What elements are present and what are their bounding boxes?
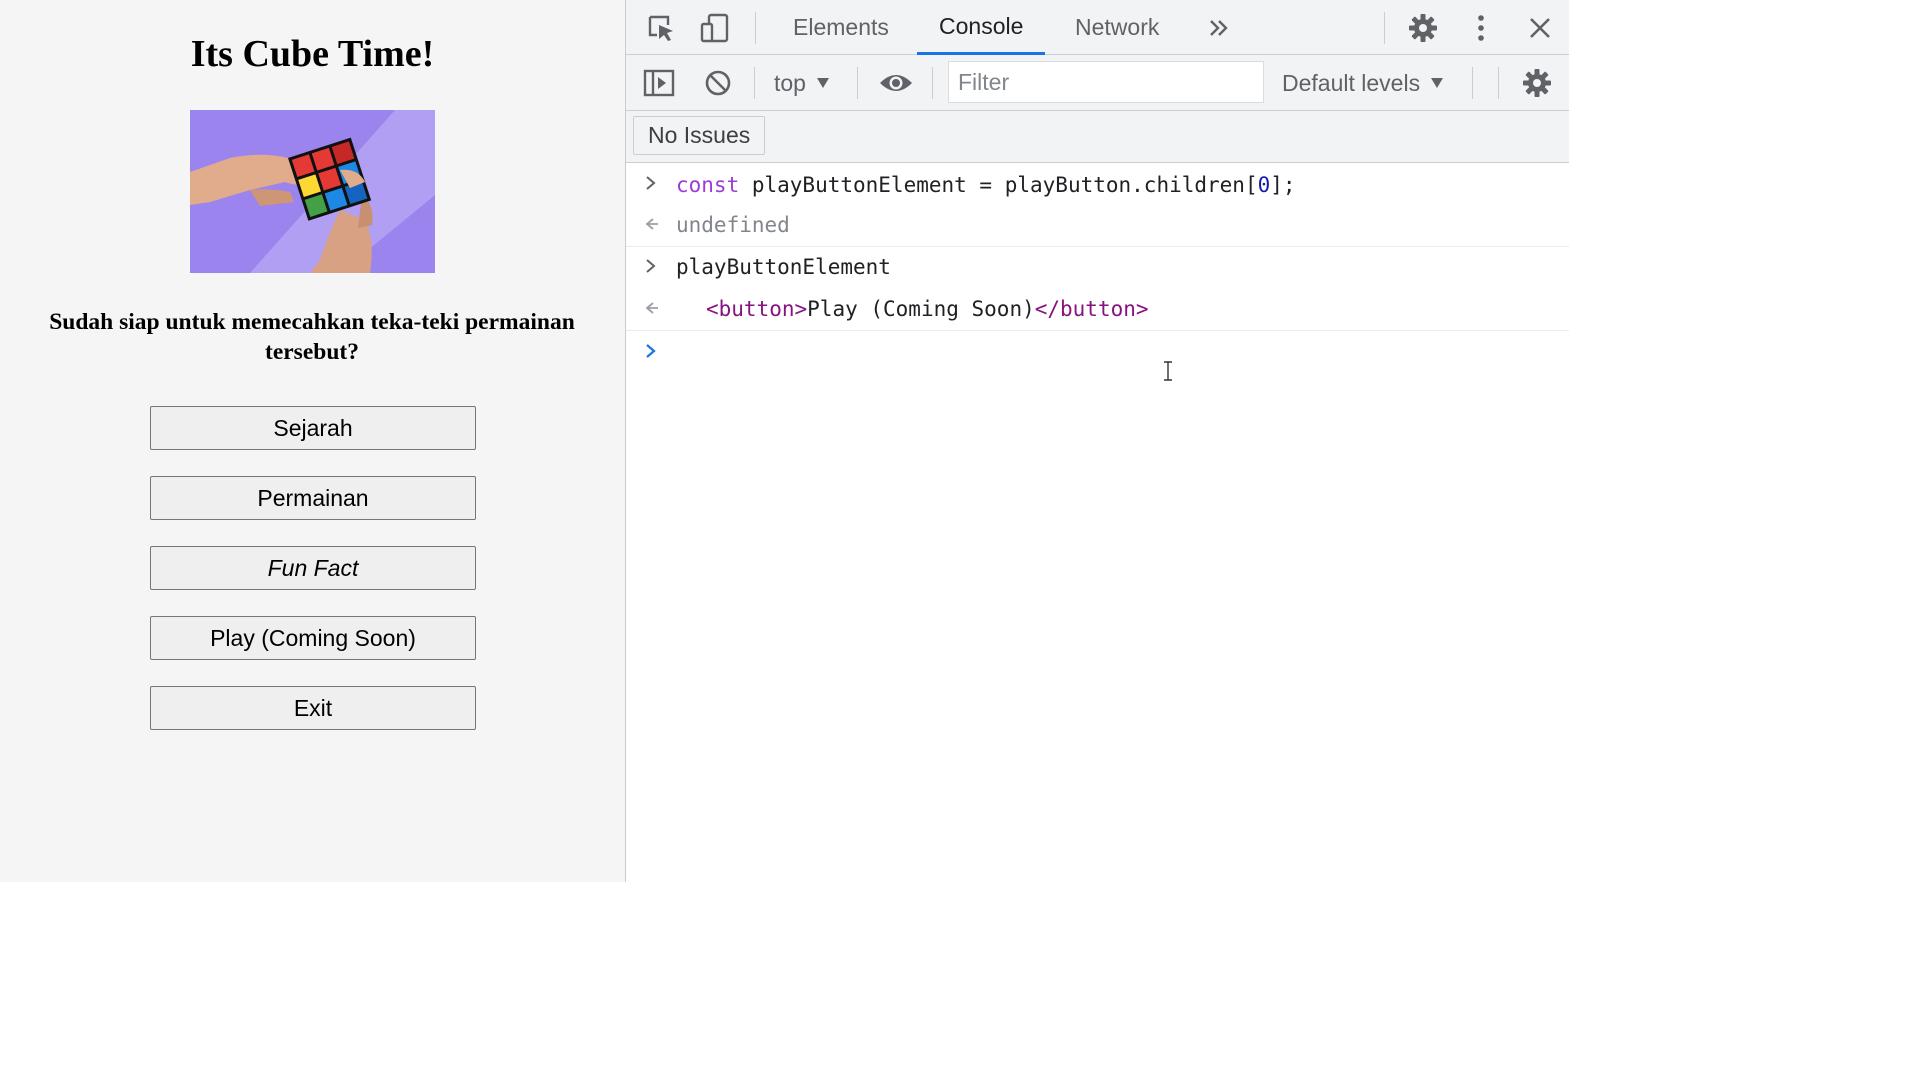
input-chevron-icon: [644, 173, 664, 198]
console-dom-node[interactable]: <button>Play (Coming Soon)</button>: [706, 297, 1149, 321]
filter-input[interactable]: [948, 61, 1264, 103]
clear-console-icon[interactable]: [702, 67, 734, 99]
console-result-line: <button>Play (Coming Soon)</button>: [626, 287, 1569, 331]
console-prompt-line[interactable]: [626, 335, 1569, 375]
console-input-line: playButtonElement: [626, 247, 1569, 287]
issues-button[interactable]: No Issues: [633, 116, 766, 155]
issues-bar: No Issues: [626, 111, 1569, 163]
live-expression-eye-icon[interactable]: [878, 67, 914, 99]
inspect-element-icon[interactable]: [644, 12, 678, 44]
more-options-icon[interactable]: [1466, 11, 1496, 45]
console-output[interactable]: const playButtonElement = playButton.chi…: [626, 163, 1569, 882]
log-levels-selector[interactable]: Default levels: [1282, 67, 1444, 99]
devtools-panel: Elements Console Network top Filter Defa…: [625, 0, 1569, 882]
console-result: undefined: [676, 213, 790, 237]
play-button[interactable]: Play (Coming Soon): [150, 616, 476, 660]
device-toolbar-icon[interactable]: [698, 11, 732, 45]
close-icon[interactable]: [1524, 12, 1556, 44]
context-value: top: [774, 69, 806, 96]
toolbar-divider: [932, 67, 933, 99]
tab-network[interactable]: Network: [1053, 0, 1181, 55]
devtools-tabbar: Elements Console Network: [626, 0, 1569, 55]
toolbar-divider: [1498, 67, 1499, 99]
web-page: Its Cube Time! Sudah siap untuk memecahk…: [0, 0, 625, 882]
page-title: Its Cube Time!: [190, 33, 435, 75]
context-selector[interactable]: top: [774, 67, 830, 99]
sejarah-button[interactable]: Sejarah: [150, 406, 476, 450]
tab-elements[interactable]: Elements: [771, 0, 911, 55]
input-chevron-icon: [644, 256, 664, 281]
result-arrow-icon: [644, 213, 664, 237]
toolbar-divider: [857, 67, 858, 99]
console-result-line: undefined: [626, 203, 1569, 247]
dropdown-arrow-icon: [1431, 78, 1444, 88]
console-code: playButtonElement: [676, 255, 891, 279]
text-cursor-icon: [1161, 360, 1175, 382]
toolbar-divider: [755, 12, 756, 44]
console-code: const playButtonElement = playButton.chi…: [676, 173, 1296, 197]
console-settings-icon[interactable]: [1520, 66, 1554, 100]
console-toolbar: top Default levels: [626, 55, 1569, 111]
log-levels-value: Default levels: [1282, 69, 1421, 96]
prompt-chevron-icon: [644, 341, 664, 366]
result-arrow-icon: [644, 297, 664, 321]
exit-button[interactable]: Exit: [150, 686, 476, 730]
rubiks-cube-image: [190, 110, 435, 273]
settings-gear-icon[interactable]: [1406, 11, 1440, 45]
toolbar-divider: [1472, 67, 1473, 99]
fun-fact-button[interactable]: Fun Fact: [150, 546, 476, 590]
question-text: Sudah siap untuk memecahkan teka-teki pe…: [49, 309, 575, 365]
dropdown-arrow-icon: [816, 78, 829, 88]
tab-console[interactable]: Console: [917, 0, 1046, 55]
show-sidebar-icon[interactable]: [642, 67, 676, 99]
toolbar-divider: [754, 67, 755, 99]
permainan-button[interactable]: Permainan: [150, 476, 476, 520]
toolbar-divider: [1384, 12, 1385, 44]
more-tabs-icon[interactable]: [1204, 13, 1234, 43]
